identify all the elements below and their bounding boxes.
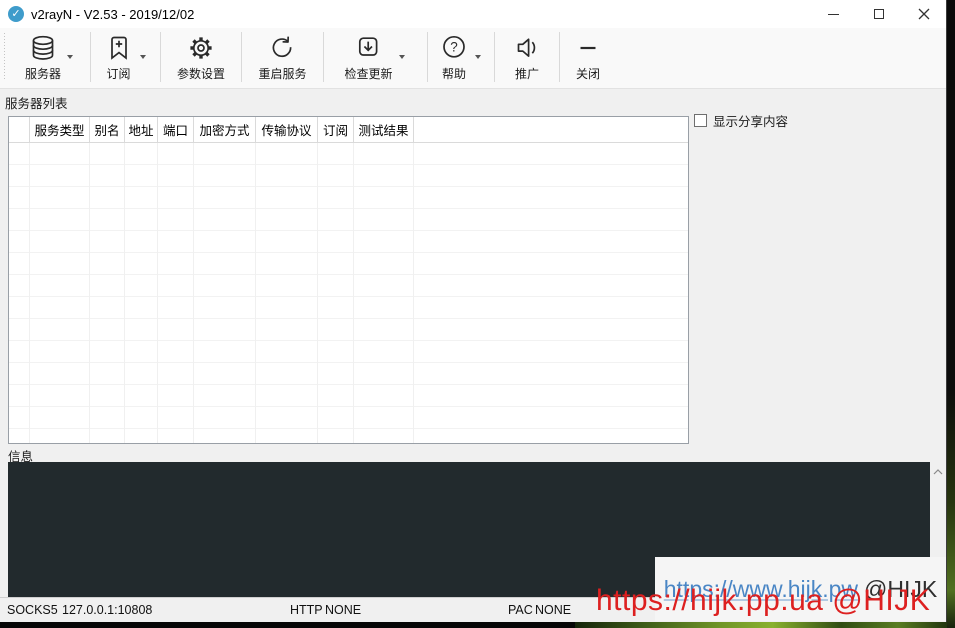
close-dash-icon — [573, 33, 603, 63]
v2rayn-window: ✓ v2rayN - V2.53 - 2019/12/02 — [0, 0, 947, 622]
scroll-up-icon — [933, 469, 943, 475]
desktop-wallpaper-edge — [947, 0, 955, 628]
show-share-content-checkbox[interactable]: 显示分享内容 — [694, 111, 788, 130]
maximize-icon — [874, 9, 884, 19]
chevron-down-icon[interactable] — [140, 55, 146, 59]
main-toolbar: 服务器 订阅 — [0, 28, 946, 89]
app-logo-icon: ✓ — [8, 6, 24, 22]
grid-line — [353, 143, 354, 443]
column-header-type[interactable]: 服务类型 — [30, 117, 90, 142]
http-label: HTTP — [290, 603, 323, 617]
grid-line — [317, 143, 318, 443]
update-icon — [353, 33, 383, 63]
settings-icon — [186, 33, 216, 63]
toolbar-promotion-label: 推广 — [515, 65, 539, 82]
column-header-alias[interactable]: 别名 — [90, 117, 125, 142]
minimize-button[interactable] — [811, 0, 856, 28]
toolbar-settings-button[interactable]: 参数设置 — [161, 28, 241, 88]
svg-text:?: ? — [450, 39, 458, 54]
grid-line — [157, 143, 158, 443]
toolbar-checkupdate-label: 检查更新 — [344, 65, 392, 82]
toolbar-help-label: 帮助 — [442, 65, 466, 82]
toolbar-restart-button[interactable]: 重启服务 — [242, 28, 323, 88]
minimize-icon — [828, 14, 839, 15]
column-header-testresult[interactable]: 测试结果 — [354, 117, 414, 142]
help-icon: ? — [439, 33, 469, 63]
checkbox-icon — [694, 114, 707, 127]
toolbar-close-label: 关闭 — [576, 65, 600, 82]
toolbar-gripper[interactable] — [4, 33, 7, 81]
toolbar-subscription-button[interactable]: 订阅 — [91, 28, 160, 88]
pac-value: NONE — [535, 603, 571, 617]
close-icon — [918, 8, 930, 20]
servers-icon — [28, 33, 58, 63]
grid-line — [413, 143, 414, 443]
title-bar: ✓ v2rayN - V2.53 - 2019/12/02 — [0, 0, 946, 28]
maximize-button[interactable] — [856, 0, 901, 28]
grid-line — [89, 143, 90, 443]
window-title: v2rayN - V2.53 - 2019/12/02 — [31, 7, 194, 22]
toolbar-servers-label: 服务器 — [25, 65, 61, 82]
http-value: NONE — [325, 603, 361, 617]
toolbar-settings-label: 参数设置 — [177, 65, 225, 82]
column-header-encryption[interactable]: 加密方式 — [194, 117, 256, 142]
toolbar-restart-label: 重启服务 — [258, 65, 306, 82]
chevron-down-icon[interactable] — [399, 55, 405, 59]
socks-value: 127.0.0.1:10808 — [62, 603, 152, 617]
chevron-down-icon[interactable] — [67, 55, 73, 59]
socks-label: SOCKS5 — [7, 603, 58, 617]
grid-line — [193, 143, 194, 443]
row-selector-header[interactable] — [9, 117, 30, 142]
grid-line — [255, 143, 256, 443]
watermark-text: https://hijk.pp.ua @HIJK — [596, 584, 930, 618]
promotion-icon — [512, 33, 542, 63]
pac-label: PAC — [508, 603, 533, 617]
show-share-content-label: 显示分享内容 — [713, 111, 788, 130]
close-window-button[interactable] — [901, 0, 946, 28]
toolbar-subscription-label: 订阅 — [106, 65, 130, 82]
toolbar-checkupdate-button[interactable]: 检查更新 — [324, 28, 427, 88]
column-header-subscription[interactable]: 订阅 — [318, 117, 354, 142]
column-header-transport[interactable]: 传输协议 — [256, 117, 318, 142]
server-table-body[interactable] — [9, 143, 688, 443]
toolbar-help-button[interactable]: ? 帮助 — [428, 28, 494, 88]
server-list-title: 服务器列表 — [5, 93, 68, 112]
grid-line — [29, 143, 30, 443]
server-table[interactable]: 服务类型 别名 地址 端口 加密方式 传输协议 订阅 测试结果 — [8, 116, 689, 444]
restart-icon — [267, 33, 297, 63]
toolbar-servers-button[interactable]: 服务器 — [10, 28, 90, 88]
grid-line — [124, 143, 125, 443]
column-header-address[interactable]: 地址 — [125, 117, 158, 142]
toolbar-promotion-button[interactable]: 推广 — [495, 28, 559, 88]
chevron-down-icon[interactable] — [475, 55, 481, 59]
server-table-header: 服务类型 别名 地址 端口 加密方式 传输协议 订阅 测试结果 — [9, 117, 688, 143]
column-header-port[interactable]: 端口 — [158, 117, 194, 142]
toolbar-close-button[interactable]: 关闭 — [560, 28, 616, 88]
subscription-icon — [104, 33, 134, 63]
